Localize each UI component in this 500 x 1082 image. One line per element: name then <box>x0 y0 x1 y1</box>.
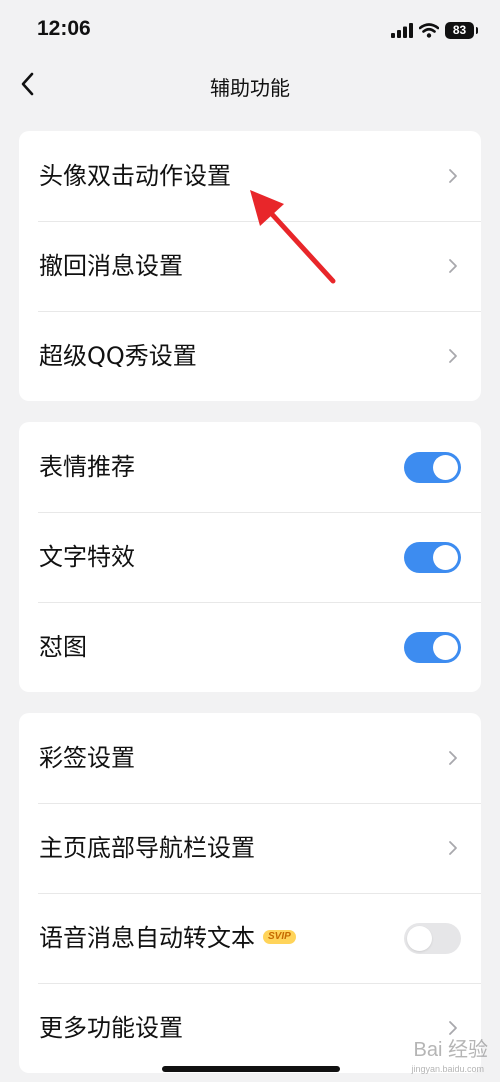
watermark-sub: jingyan.baidu.com <box>411 1064 484 1074</box>
chevron-right-icon <box>449 841 457 855</box>
settings-row-text: 主页底部导航栏设置 <box>39 834 255 862</box>
toggle-knob <box>433 545 458 570</box>
settings-row-label: 彩签设置 <box>39 713 135 803</box>
settings-row-label: 表情推荐 <box>39 422 135 512</box>
toggle-switch[interactable] <box>404 923 461 954</box>
status-bar: 12:06 83 <box>0 0 500 60</box>
cellular-signal-icon <box>391 22 413 38</box>
toggle-switch[interactable] <box>404 632 461 663</box>
battery-level: 83 <box>452 22 467 37</box>
chevron-right-icon <box>449 259 457 273</box>
settings-row-text: 语音消息自动转文本 <box>39 924 255 952</box>
settings-group: 彩签设置主页底部导航栏设置 语音消息自动转文本 SVIP 更多功能设置 <box>19 713 481 1073</box>
toggle-knob <box>407 926 432 951</box>
settings-row[interactable]: 语音消息自动转文本 SVIP <box>19 893 481 983</box>
annotation-arrow-icon <box>250 190 336 284</box>
settings-group: 表情推荐文字特效怼图 <box>19 422 481 692</box>
battery-icon: 83 <box>445 21 478 39</box>
status-time: 12:06 <box>37 17 91 40</box>
settings-row-label: 更多功能设置 <box>39 983 183 1073</box>
settings-row[interactable]: 主页底部导航栏设置 <box>19 803 481 893</box>
settings-row-text: 更多功能设置 <box>39 1014 183 1042</box>
settings-row-label: 超级QQ秀设置 <box>39 311 197 401</box>
settings-row-label: 怼图 <box>39 602 87 692</box>
settings-row-text: 撤回消息设置 <box>39 252 183 280</box>
toggle-switch[interactable] <box>404 452 461 483</box>
settings-row-label: 语音消息自动转文本 SVIP <box>39 893 296 983</box>
settings-row-text: 文字特效 <box>39 543 135 571</box>
settings-row-label: 主页底部导航栏设置 <box>39 803 255 893</box>
nav-bar: 辅助功能 <box>0 60 500 110</box>
settings-row-text: 超级QQ秀设置 <box>39 342 197 370</box>
chevron-right-icon <box>449 751 457 765</box>
home-indicator <box>162 1066 340 1072</box>
settings-row-text: 头像双击动作设置 <box>39 162 231 190</box>
chevron-right-icon <box>449 349 457 363</box>
status-icons: 83 <box>391 20 478 40</box>
settings-row[interactable]: 怼图 <box>19 602 481 692</box>
settings-row-label: 文字特效 <box>39 512 135 602</box>
settings-row-text: 怼图 <box>39 633 87 661</box>
svip-badge: SVIP <box>263 930 296 944</box>
settings-row[interactable]: 文字特效 <box>19 512 481 602</box>
chevron-right-icon <box>449 169 457 183</box>
watermark: Bai 经验 <box>413 1039 488 1061</box>
settings-row[interactable]: 超级QQ秀设置 <box>19 311 481 401</box>
settings-row-text: 彩签设置 <box>39 744 135 772</box>
toggle-knob <box>433 635 458 660</box>
settings-row[interactable]: 表情推荐 <box>19 422 481 512</box>
page-title: 辅助功能 <box>210 76 290 100</box>
settings-row[interactable]: 更多功能设置 <box>19 983 481 1073</box>
wifi-icon <box>419 22 439 38</box>
toggle-knob <box>433 455 458 480</box>
settings-row-text: 表情推荐 <box>39 453 135 481</box>
settings-row-label: 撤回消息设置 <box>39 221 183 311</box>
settings-row[interactable]: 彩签设置 <box>19 713 481 803</box>
toggle-switch[interactable] <box>404 542 461 573</box>
settings-row-label: 头像双击动作设置 <box>39 131 231 221</box>
